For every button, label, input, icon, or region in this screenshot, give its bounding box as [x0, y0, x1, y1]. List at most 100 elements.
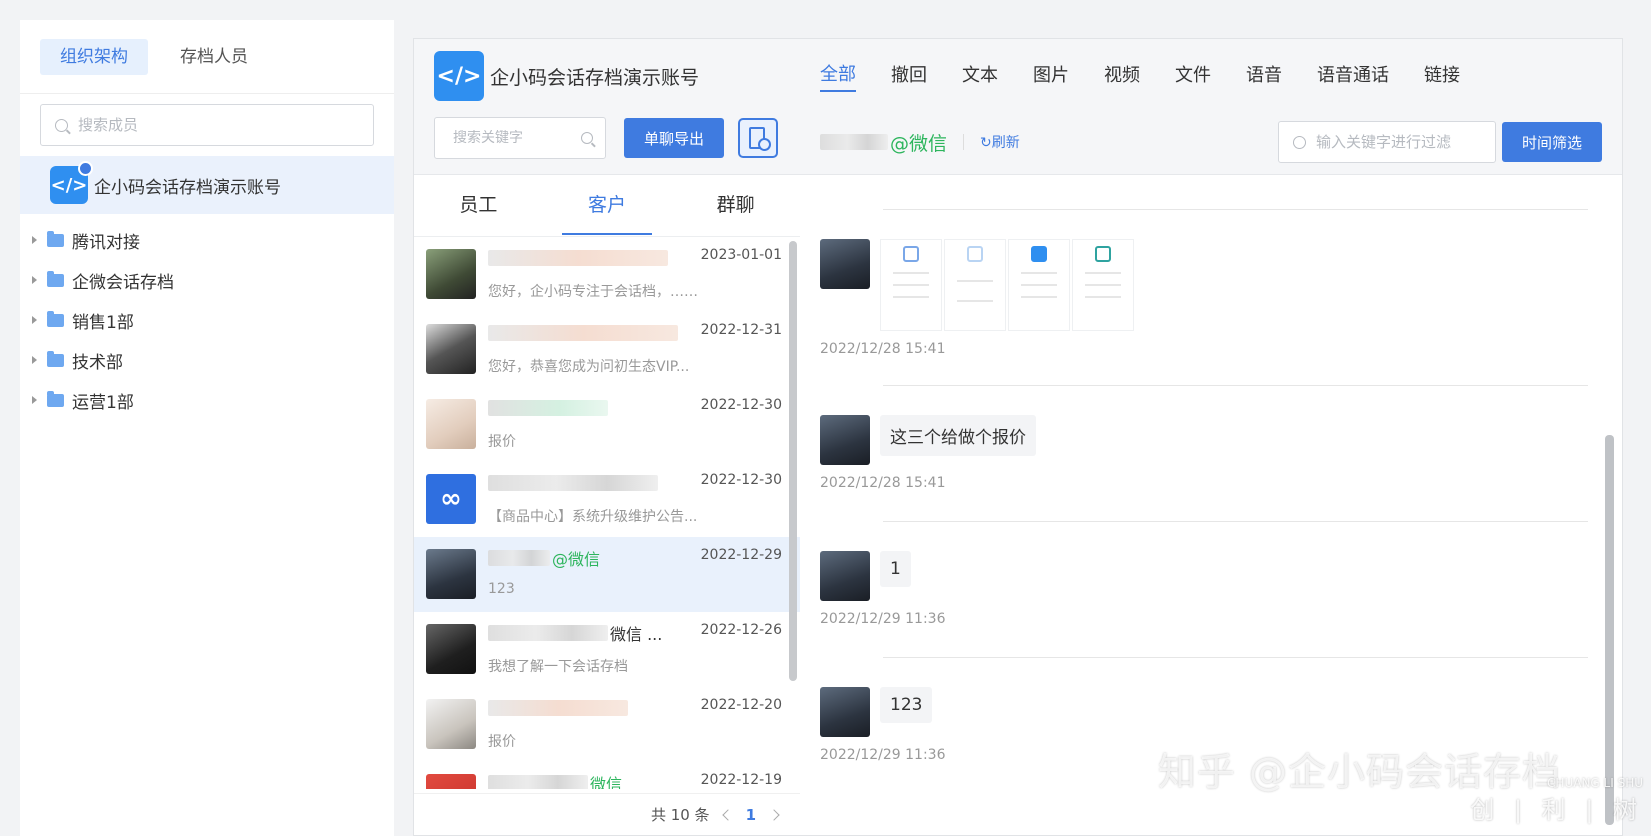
avatar — [426, 699, 476, 749]
dept-item[interactable]: 企微会话存档 — [20, 260, 394, 300]
list-item-date: 2022-12-26 — [700, 622, 782, 638]
chevron-left-icon[interactable] — [721, 808, 734, 821]
tab-recalled[interactable]: 撤回 — [891, 57, 927, 91]
total-count: 共 10 条 — [650, 806, 710, 824]
list-item-preview: 您好，恭喜您成为问初生态VIP... — [488, 359, 690, 375]
image-thumbnail[interactable] — [944, 239, 1006, 331]
dept-item[interactable]: 运营1部 — [20, 380, 394, 420]
avatar — [426, 399, 476, 449]
message-divider — [883, 385, 1588, 386]
list-item[interactable]: ∞ 2022-12-30 【商品中心】系统升级维护公告... — [414, 462, 800, 537]
message-item — [820, 239, 1134, 331]
dept-label: 腾讯对接 — [72, 232, 140, 253]
expand-arrow-icon[interactable] — [32, 316, 37, 324]
list-item[interactable]: 2022-12-30 报价 — [414, 387, 800, 462]
keyword-search-input[interactable] — [453, 130, 571, 146]
folder-icon — [47, 310, 64, 327]
time-filter-button[interactable]: 时间筛选 — [1501, 122, 1602, 162]
image-thumbnail[interactable] — [1008, 239, 1070, 331]
tab-links[interactable]: 链接 — [1424, 57, 1460, 91]
dept-item[interactable]: 腾讯对接 — [20, 220, 394, 260]
folder-icon — [47, 270, 64, 287]
redacted-name — [820, 134, 888, 150]
list-item-body: 微信 ... 2022-12-26 我想了解一下会话存档 — [488, 622, 782, 687]
member-search-box[interactable] — [40, 104, 374, 146]
message-time: 2022/12/28 15:41 — [820, 475, 946, 491]
folder-icon — [47, 230, 64, 247]
list-item[interactable]: 2022-12-20 报价 — [414, 687, 800, 762]
list-scrollbar[interactable] — [789, 241, 797, 681]
tab-text[interactable]: 文本 — [962, 57, 998, 91]
message-panel: 全部 撤回 文本 图片 视频 文件 语音 语音通话 链接 @微信 ↻刷新 时间筛… — [800, 38, 1623, 836]
list-item[interactable]: 2022-12-31 您好，恭喜您成为问初生态VIP... — [414, 312, 800, 387]
list-item-date: 2022-12-30 — [700, 472, 782, 488]
tab-customers[interactable]: 客户 — [543, 175, 672, 236]
refresh-label: 刷新 — [991, 135, 1020, 151]
tab-employees[interactable]: 员工 — [414, 175, 543, 236]
tab-videos[interactable]: 视频 — [1104, 57, 1140, 91]
divider — [963, 134, 965, 150]
expand-arrow-icon[interactable] — [32, 396, 37, 404]
image-thumbnail[interactable] — [880, 239, 942, 331]
tab-images[interactable]: 图片 — [1033, 57, 1069, 91]
tab-org-structure[interactable]: 组织架构 — [40, 38, 148, 75]
tab-archive-members[interactable]: 存档人员 — [160, 39, 268, 75]
list-item-preview: 您好，企小码专注于会话档，…… — [488, 284, 698, 300]
search-icon — [1292, 135, 1306, 149]
conversation-toolbar: 单聊导出 — [434, 117, 780, 159]
current-page[interactable]: 1 — [746, 806, 756, 824]
expand-arrow-icon[interactable] — [32, 236, 37, 244]
wechat-suffix: 微信 ... — [610, 625, 663, 644]
pagination: 共 10 条 1 — [414, 793, 800, 835]
member-search-input[interactable] — [78, 116, 338, 134]
chat-contact-name: @微信 — [820, 129, 947, 156]
message-filter-box[interactable] — [1277, 121, 1496, 163]
tab-voice[interactable]: 语音 — [1246, 57, 1282, 91]
message-item: 这三个给做个报价 — [820, 415, 1036, 465]
list-item-date: 2023-01-01 — [700, 247, 782, 263]
chevron-right-icon[interactable] — [768, 808, 780, 821]
tab-all[interactable]: 全部 — [820, 56, 856, 92]
brand-logo-icon: </> — [434, 51, 484, 101]
search-icon[interactable] — [581, 132, 593, 144]
list-item[interactable]: 微信 ... 2022-12-26 我想了解一下会话存档 — [414, 612, 800, 687]
tab-label: 客户 — [562, 194, 653, 235]
expand-arrow-icon[interactable] — [32, 276, 37, 284]
chat-category-tabs: 员工 客户 群聊 — [414, 175, 800, 237]
list-item-body: @微信 2022-12-29 123 — [488, 547, 782, 612]
avatar — [426, 549, 476, 599]
export-record-button[interactable] — [738, 118, 779, 158]
expand-arrow-icon[interactable] — [32, 356, 37, 364]
message-type-tabs: 全部 撤回 文本 图片 视频 文件 语音 语音通话 链接 — [820, 39, 1602, 109]
refresh-button[interactable]: ↻刷新 — [980, 132, 1020, 152]
org-account-name: 企小码会话存档演示账号 — [94, 177, 281, 198]
avatar — [820, 551, 870, 601]
image-thumbnail[interactable] — [1072, 239, 1134, 331]
dept-label: 销售1部 — [72, 312, 134, 333]
list-item-date: 2022-12-19 — [700, 772, 782, 788]
message-toolbar: @微信 ↻刷新 时间筛选 — [820, 109, 1602, 175]
message-time: 2022/12/28 15:41 — [820, 341, 946, 357]
org-account-item[interactable]: </> 企小码会话存档演示账号 — [20, 156, 394, 214]
refresh-icon: ↻ — [980, 135, 992, 151]
dept-item[interactable]: 销售1部 — [20, 300, 394, 340]
list-item-date: 2022-12-31 — [700, 322, 782, 338]
list-item-selected[interactable]: @微信 2022-12-29 123 — [414, 537, 800, 612]
message-filter-input[interactable] — [1315, 133, 1492, 151]
tab-files[interactable]: 文件 — [1175, 57, 1211, 91]
avatar — [426, 249, 476, 299]
message-scrollbar[interactable] — [1605, 435, 1614, 825]
list-item[interactable]: 2023-01-01 您好，企小码专注于会话档，…… — [414, 237, 800, 312]
list-item-body: 2022-12-30 【商品中心】系统升级维护公告... — [488, 472, 782, 537]
tab-voice-call[interactable]: 语音通话 — [1317, 57, 1389, 91]
folder-icon — [47, 390, 64, 407]
single-chat-export-button[interactable]: 单聊导出 — [624, 118, 725, 158]
list-item-preview: 报价 — [488, 734, 516, 750]
keyword-search-box[interactable] — [434, 117, 606, 159]
tab-group-chats[interactable]: 群聊 — [671, 175, 800, 236]
avatar: ∞ — [426, 474, 476, 524]
list-item-body: 2022-12-20 报价 — [488, 697, 782, 762]
dept-item[interactable]: 技术部 — [20, 340, 394, 380]
list-item[interactable]: 微信 2022-12-19 — [414, 762, 800, 789]
image-attachments — [880, 239, 1134, 331]
